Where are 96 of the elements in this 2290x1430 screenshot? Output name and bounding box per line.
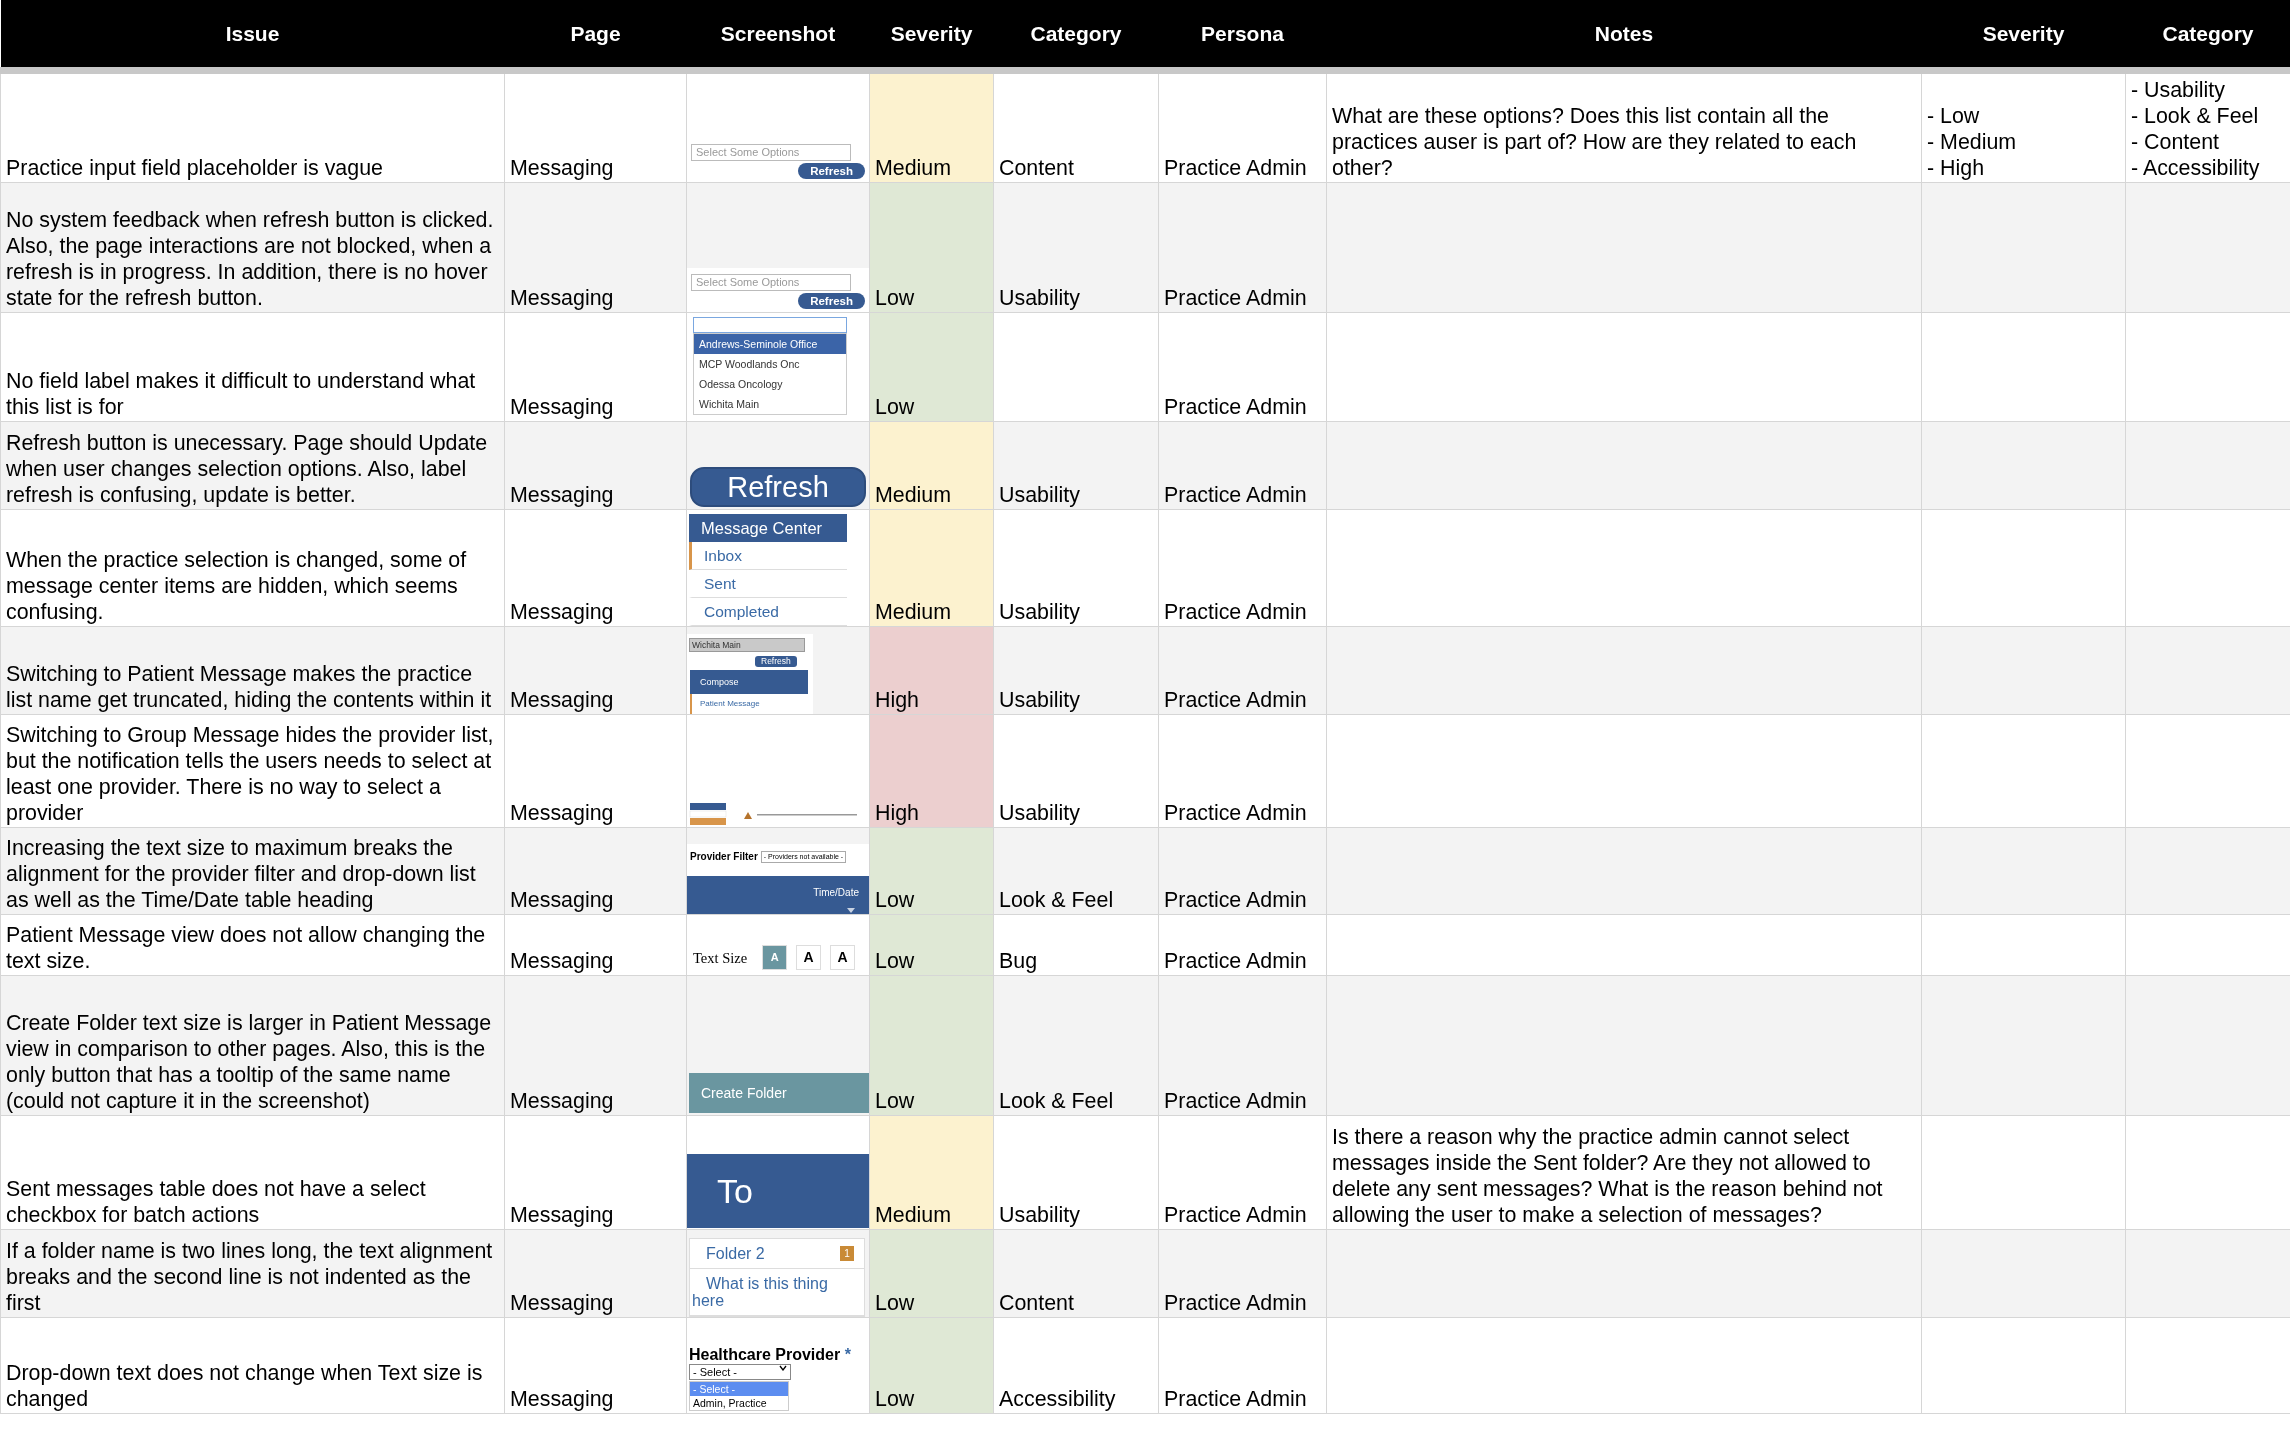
table-cell: Practice Admin — [1158, 1229, 1327, 1317]
table-cell: Look & Feel — [993, 827, 1159, 914]
table-cell: Practice Admin — [1158, 827, 1327, 914]
table-cell: Content — [993, 1229, 1159, 1317]
table-cell: Usability — [993, 509, 1159, 626]
severity-cell: Low — [869, 182, 994, 312]
column-header: To — [687, 1153, 869, 1228]
option-text: - High — [1927, 154, 1986, 181]
table-cell: Messaging — [504, 1229, 687, 1317]
table-cell: Usability — [993, 421, 1159, 509]
severity-cell: Low — [869, 1229, 994, 1317]
caret-icon — [779, 1364, 787, 1371]
table-cell: Practice Admin — [1158, 1317, 1327, 1413]
count-badge: 1 — [840, 1245, 854, 1261]
provider-select[interactable]: - Select - — [689, 1363, 791, 1380]
text-size-button[interactable]: A — [796, 945, 822, 970]
table-cell: Look & Feel — [993, 975, 1159, 1115]
table-cell: Practice Admin — [1158, 421, 1327, 509]
folder-item[interactable]: Folder 2 — [692, 1244, 840, 1262]
dropdown-option[interactable]: Andrews-Seminole Office — [694, 333, 846, 354]
severity-cell: Medium — [869, 509, 994, 626]
table-cell: Practice Admin — [1158, 975, 1327, 1115]
table-cell: Messaging — [504, 312, 687, 421]
severity-cell: Low — [869, 827, 994, 914]
nav-header: Compose — [690, 669, 808, 694]
table-cell: Usability — [993, 626, 1159, 714]
option-text: - Look & Feel — [2131, 102, 2260, 129]
table-cell: Practice Admin — [1158, 509, 1327, 626]
notes-text: Is there a reason why the practice admin cannot select messages inside the Sent folder? Are they not allowed to delete any sent messages? What is the reason behind not allowing the user to make a selection of messages? — [1326, 1115, 1922, 1229]
issue-text: If a folder name is two lines long, the text alignment breaks and the second line is not indented as the first — [0, 1229, 505, 1317]
issue-text: Switching to Group Message hides the provider list, but the notification tells the users needs to select at least one provider. There is no way to select a provider — [0, 714, 505, 827]
table-cell: Practice Admin — [1158, 182, 1327, 312]
dropdown-option[interactable]: Wichita Main — [694, 393, 846, 414]
table-cell: Messaging — [504, 626, 687, 714]
field-label: Healthcare Provider * — [688, 1345, 852, 1364]
nav-header: Message Center — [689, 513, 847, 542]
severity-cell: Medium — [869, 1115, 994, 1229]
table-cell: Practice Admin — [1158, 312, 1327, 421]
option-text: - Medium — [1927, 128, 2018, 155]
severity-cell: Low — [869, 914, 994, 975]
table-cell: Messaging — [504, 914, 687, 975]
folder-item[interactable]: What is this thing here — [692, 1274, 854, 1309]
text-size-label: Text Size — [693, 948, 748, 968]
severity-cell: Low — [869, 312, 994, 421]
issue-text: Drop-down text does not change when Text size is changed — [0, 1317, 505, 1413]
sort-icon — [847, 907, 855, 913]
refresh-button[interactable]: Refresh — [798, 292, 865, 309]
table-cell: Practice Admin — [1158, 1115, 1327, 1229]
issue-text: No system feedback when refresh button is clicked. Also, the page interactions are not blocked, when a refresh is in progress. In addition, there is no hover state for the refresh button. — [0, 182, 505, 312]
table-cell: Accessibility — [993, 1317, 1159, 1413]
table-cell: Bug — [993, 914, 1159, 975]
refresh-button[interactable]: Refresh — [690, 466, 866, 507]
dropdown-option[interactable]: Admin, Practice — [690, 1395, 788, 1410]
issue-text: Increasing the text size to maximum breaks the alignment for the provider filter and drop-down list as well as the Time/Date table heading — [0, 827, 505, 914]
option-text: - Usability — [2131, 76, 2226, 103]
column-header[interactable]: Time/Date — [687, 875, 869, 913]
option-text: - Low — [1927, 102, 1981, 129]
severity-cell: High — [869, 714, 994, 827]
table-cell: Messaging — [504, 975, 687, 1115]
table-cell: Practice Admin — [1158, 626, 1327, 714]
table-cell: Messaging — [504, 509, 687, 626]
text-size-button[interactable]: A — [830, 945, 856, 970]
table-cell: Practice Admin — [1158, 914, 1327, 975]
options-field[interactable]: Select Some Options — [691, 143, 851, 161]
issue-text: Refresh button is unecessary. Page should Update when user changes selection options. Also, label refresh is confusing, update is better. — [0, 421, 505, 509]
issue-text: Create Folder text size is larger in Patient Message view in comparison to other pages. Also, this is the only button that has a tooltip of the same name (could not capture it in the screenshot) — [0, 975, 505, 1115]
option-text: - Content — [2131, 128, 2220, 155]
table-cell: Messaging — [504, 827, 687, 914]
table-cell: Messaging — [504, 1317, 687, 1413]
refresh-button[interactable]: Refresh — [755, 655, 797, 667]
table-cell: Practice Admin — [1158, 714, 1327, 827]
severity-cell: Medium — [869, 421, 994, 509]
practice-select[interactable]: Wichita Main — [689, 637, 805, 652]
table-cell: Messaging — [504, 1115, 687, 1229]
refresh-button[interactable]: Refresh — [798, 162, 865, 179]
option-text: - Accessibility — [2131, 154, 2261, 181]
dropdown-option[interactable]: Odessa Oncology — [694, 373, 846, 394]
issue-text: Switching to Patient Message makes the practice list name get truncated, hiding the contents within it — [0, 626, 505, 714]
table-cell: Usability — [993, 714, 1159, 827]
issue-text: When the practice selection is changed, some of message center items are hidden, which seems confusing. — [0, 509, 505, 626]
filter-label: Provider Filter — [690, 849, 758, 864]
table-cell: Messaging — [504, 421, 687, 509]
dropdown-option[interactable]: MCP Woodlands Onc — [694, 353, 846, 374]
issue-text: No field label makes it difficult to understand what this list is for — [0, 312, 505, 421]
severity-cell: Low — [869, 1317, 994, 1413]
options-field[interactable]: Select Some Options — [691, 273, 851, 291]
severity-cell: High — [869, 626, 994, 714]
issue-text: Sent messages table does not have a select checkbox for batch actions — [0, 1115, 505, 1229]
select-field[interactable] — [693, 316, 847, 333]
table-cell: Messaging — [504, 714, 687, 827]
table-cell: Usability — [993, 182, 1159, 312]
nav-item[interactable]: Inbox — [689, 541, 847, 570]
severity-cell: Low — [869, 975, 994, 1115]
table-cell: Messaging — [504, 182, 687, 312]
issue-text: Patient Message view does not allow changing the text size. — [0, 914, 505, 975]
table-cell: Usability — [993, 1115, 1159, 1229]
